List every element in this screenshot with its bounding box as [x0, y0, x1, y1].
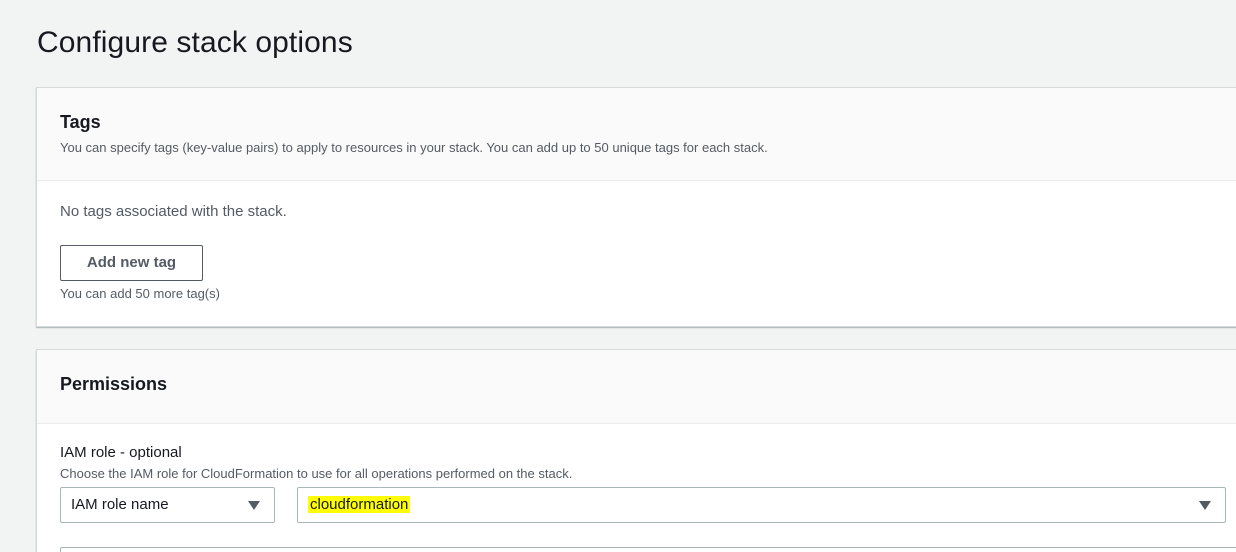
- iam-role-description: Choose the IAM role for CloudFormation t…: [60, 466, 573, 481]
- tags-panel-header: Tags You can specify tags (key-value pai…: [37, 88, 1236, 181]
- iam-role-name-select[interactable]: cloudformation: [297, 487, 1226, 523]
- tags-heading: Tags: [60, 112, 101, 132]
- permissions-panel-body: IAM role - optional Choose the IAM role …: [37, 424, 1236, 523]
- tags-empty-text: No tags associated with the stack.: [60, 203, 287, 220]
- next-field-partial[interactable]: [60, 547, 1236, 552]
- tags-remaining-hint: You can add 50 more tag(s): [60, 286, 220, 301]
- tags-description: You can specify tags (key-value pairs) t…: [60, 140, 768, 155]
- page-title: Configure stack options: [37, 26, 353, 59]
- iam-role-type-select[interactable]: IAM role name: [60, 487, 275, 523]
- tags-panel-body: No tags associated with the stack. Add n…: [37, 181, 1236, 301]
- iam-role-row: IAM role name cloudformation: [60, 487, 1236, 523]
- iam-role-label: IAM role - optional: [60, 444, 182, 461]
- caret-down-icon: [248, 501, 260, 510]
- permissions-panel-header: Permissions: [37, 350, 1236, 424]
- add-new-tag-button[interactable]: Add new tag: [60, 245, 203, 281]
- tags-panel: Tags You can specify tags (key-value pai…: [36, 87, 1236, 327]
- permissions-panel: Permissions IAM role - optional Choose t…: [36, 349, 1236, 552]
- permissions-heading: Permissions: [60, 374, 168, 394]
- iam-role-name-value: cloudformation: [308, 496, 411, 513]
- caret-down-icon: [1199, 501, 1211, 510]
- iam-role-type-value: IAM role name: [71, 496, 169, 513]
